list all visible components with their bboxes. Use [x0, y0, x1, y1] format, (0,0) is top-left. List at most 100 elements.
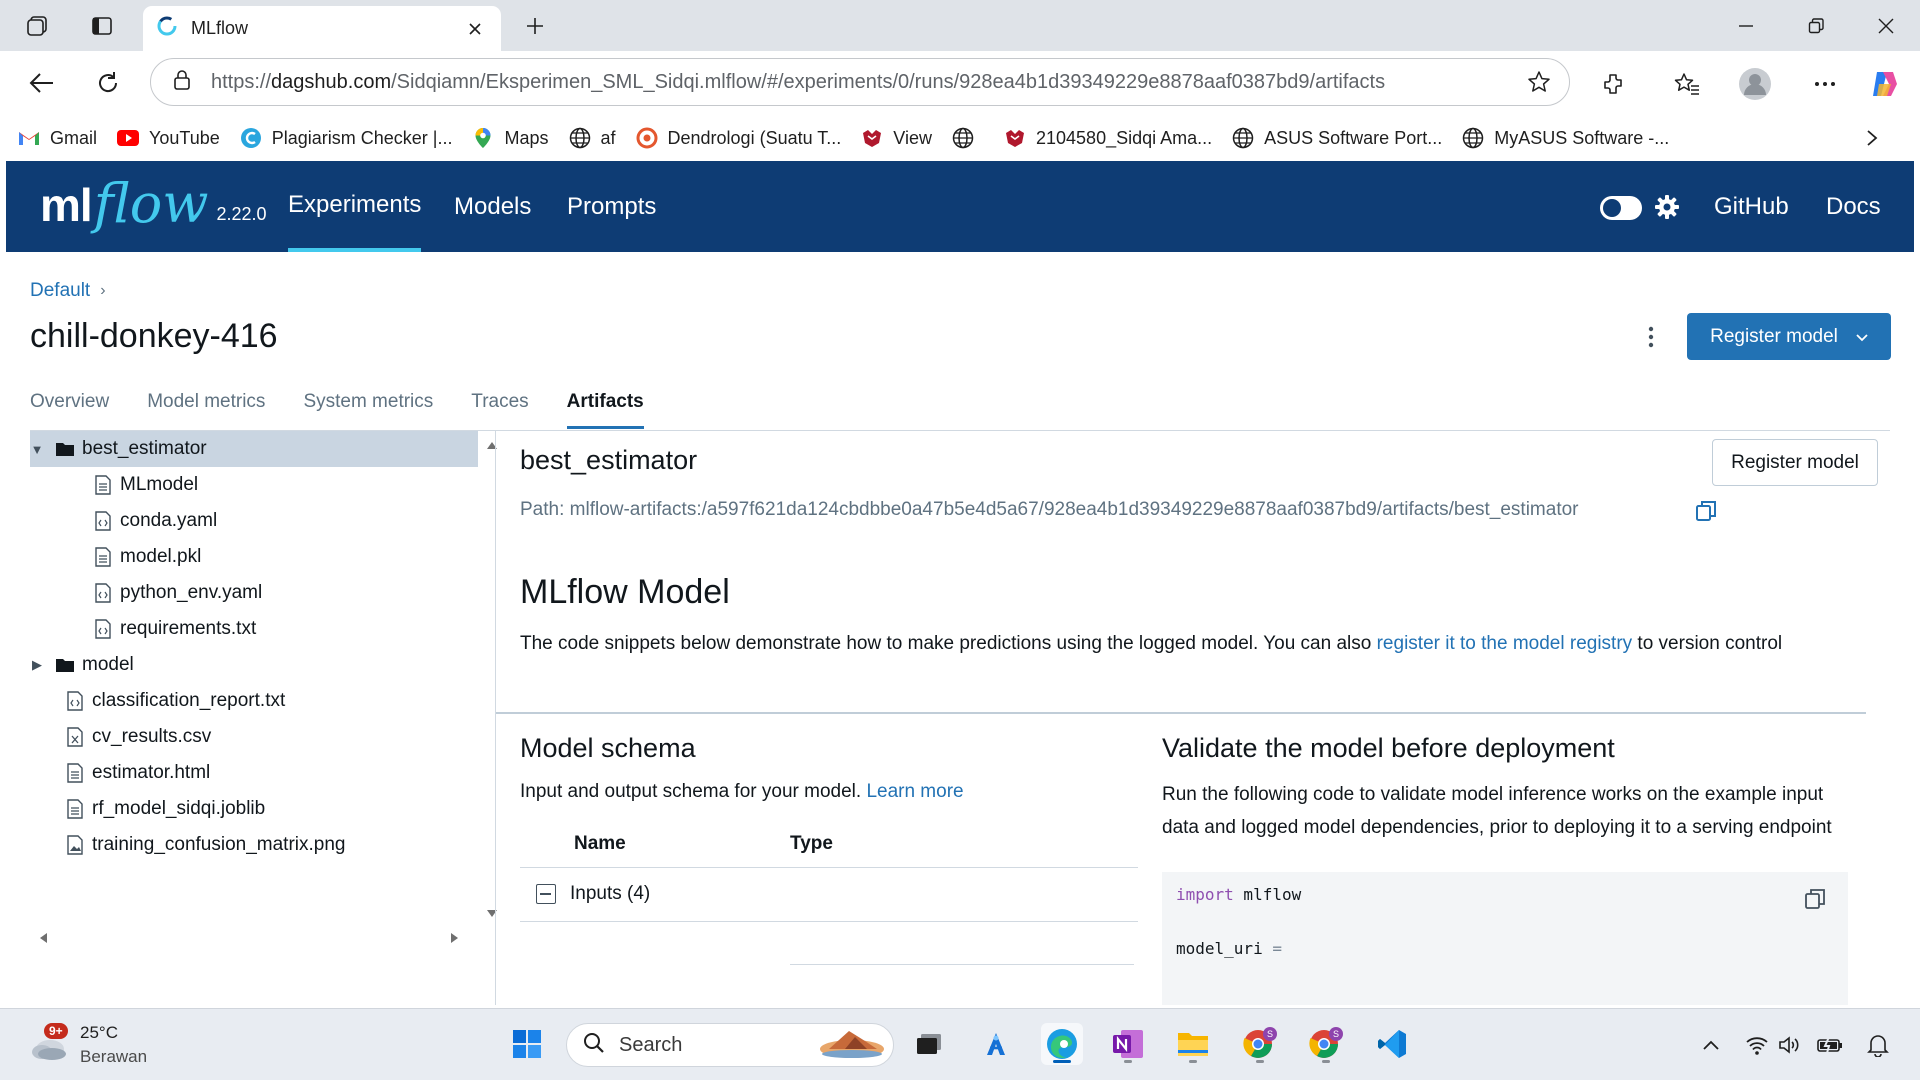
tab-system-metrics[interactable]: System metrics: [303, 385, 433, 429]
register-registry-link[interactable]: register it to the model registry: [1377, 633, 1633, 654]
register-model-secondary-button[interactable]: Register model: [1712, 439, 1878, 486]
tab-overview[interactable]: Overview: [30, 385, 109, 429]
bookmark-af[interactable]: af: [569, 127, 616, 149]
gear-icon[interactable]: [1652, 192, 1682, 222]
bookmark-myasus-software[interactable]: MyASUS Software -...: [1462, 127, 1669, 149]
edge-taskbar-icon[interactable]: [1041, 1023, 1083, 1065]
chevron-down-icon: [1856, 326, 1868, 348]
more-options-icon[interactable]: [1806, 65, 1844, 103]
tree-file-mlmodel[interactable]: MLmodel: [30, 467, 380, 503]
copilot-icon[interactable]: [1866, 65, 1904, 103]
wifi-icon[interactable]: [1743, 1031, 1771, 1059]
vscode-taskbar-icon[interactable]: [1371, 1023, 1413, 1065]
copy-path-icon[interactable]: [1693, 498, 1719, 524]
schema-inputs-row[interactable]: Inputs (4): [536, 883, 650, 905]
dendrologi-icon: [636, 127, 658, 149]
tab-actions-icon[interactable]: [86, 10, 118, 42]
chevron-up-icon[interactable]: [1697, 1031, 1725, 1059]
tree-folder-model[interactable]: ▶ model: [30, 647, 380, 683]
notifications-bell-icon[interactable]: [1864, 1031, 1892, 1059]
chevron-right-icon[interactable]: [1858, 124, 1886, 152]
nav-prompts[interactable]: Prompts: [567, 161, 656, 252]
tree-file-classification-report[interactable]: classification_report.txt: [30, 683, 380, 719]
learn-more-link[interactable]: Learn more: [866, 781, 963, 802]
tree-file-model-pkl[interactable]: model.pkl: [30, 539, 380, 575]
model-schema-heading: Model schema: [520, 733, 696, 763]
tree-file-confusion-matrix-png[interactable]: training_confusion_matrix.png: [30, 827, 380, 863]
chrome-profile-2-taskbar-icon[interactable]: S: [1305, 1023, 1347, 1065]
caret-down-icon[interactable]: ▼: [30, 442, 44, 457]
tree-horizontal-scrollbar[interactable]: [30, 927, 482, 949]
taskbar-search-input[interactable]: Search: [566, 1023, 894, 1067]
bookmark-maps[interactable]: Maps: [472, 127, 549, 149]
url-text: https://dagshub.com/Sidqiamn/Eksperimen_…: [211, 70, 1386, 93]
file-icon: [92, 546, 114, 568]
tab-traces[interactable]: Traces: [471, 385, 528, 429]
back-arrow-icon[interactable]: [24, 65, 60, 101]
onenote-taskbar-icon[interactable]: [1107, 1023, 1149, 1065]
new-tab-icon[interactable]: [518, 9, 552, 43]
extensions-icon[interactable]: [1594, 65, 1632, 103]
favorite-star-icon[interactable]: [1521, 64, 1557, 100]
browser-tab-mlflow[interactable]: MLflow: [143, 6, 501, 51]
nav-github[interactable]: GitHub: [1714, 161, 1789, 252]
browser-tab-bar: MLflow: [0, 0, 1920, 51]
minimize-icon[interactable]: [1718, 8, 1774, 44]
tree-file-rf-model-joblib[interactable]: rf_model_sidqi.joblib: [30, 791, 380, 827]
tree-file-requirements-txt[interactable]: requirements.txt: [30, 611, 380, 647]
file-explorer-taskbar-icon[interactable]: [1172, 1023, 1214, 1065]
kebab-menu-icon[interactable]: [1636, 319, 1666, 355]
mlflow-logo[interactable]: ml flow 2.22.0: [40, 177, 266, 231]
ipb-icon: [861, 127, 883, 149]
tab-artifacts[interactable]: Artifacts: [566, 385, 644, 429]
tree-folder-best-estimator[interactable]: ▼ best_estimator: [30, 431, 478, 467]
panel-vertical-scrollbar[interactable]: [1873, 599, 1876, 1005]
bookmark-plagiarism-checker[interactable]: Plagiarism Checker |...: [240, 127, 452, 149]
lock-icon[interactable]: [173, 69, 191, 95]
weather-condition: Berawan: [80, 1047, 148, 1066]
copilot-taskbar-icon[interactable]: [975, 1023, 1017, 1065]
url-field[interactable]: https://dagshub.com/Sidqiamn/Eksperimen_…: [150, 58, 1570, 106]
copy-code-icon[interactable]: [1802, 886, 1828, 912]
close-tab-icon[interactable]: [463, 17, 487, 41]
close-window-icon[interactable]: [1858, 8, 1914, 44]
collapse-icon[interactable]: [536, 884, 556, 904]
weather-widget[interactable]: 9+ 25°C Berawan: [28, 1021, 147, 1069]
globe-icon: [1232, 127, 1254, 149]
bookmark-dendrologi[interactable]: Dendrologi (Suatu T...: [636, 127, 841, 149]
nav-docs[interactable]: Docs: [1826, 161, 1881, 252]
battery-icon[interactable]: [1816, 1031, 1844, 1059]
validate-description: Run the following code to validate model…: [1162, 784, 1832, 838]
tree-file-conda-yaml[interactable]: conda.yaml: [30, 503, 380, 539]
start-button[interactable]: [506, 1023, 548, 1065]
bookmark-view[interactable]: View: [861, 127, 932, 149]
tree-file-estimator-html[interactable]: estimator.html: [30, 755, 380, 791]
column-header-type: Type: [790, 833, 833, 854]
workspaces-icon[interactable]: [22, 10, 54, 42]
breadcrumb-default[interactable]: Default: [30, 280, 90, 302]
bookmark-globe[interactable]: [952, 127, 984, 149]
dark-mode-toggle[interactable]: [1600, 196, 1642, 220]
volume-icon[interactable]: [1776, 1031, 1804, 1059]
code-file-icon: [92, 582, 114, 604]
bookmark-youtube[interactable]: YouTube: [117, 127, 220, 149]
chrome-profile-1-taskbar-icon[interactable]: S: [1239, 1023, 1281, 1065]
nav-experiments[interactable]: Experiments: [288, 161, 422, 252]
table-row-divider: [790, 964, 1134, 965]
nav-models[interactable]: Models: [454, 161, 531, 252]
profile-avatar[interactable]: [1736, 65, 1774, 103]
favorites-icon[interactable]: [1668, 65, 1706, 103]
register-model-button[interactable]: Register model: [1687, 313, 1891, 360]
svg-text:S: S: [1267, 1029, 1273, 1039]
bookmark-asus-software-portal[interactable]: ASUS Software Port...: [1232, 127, 1442, 149]
refresh-icon[interactable]: [90, 65, 126, 101]
tab-model-metrics[interactable]: Model metrics: [147, 385, 265, 429]
bookmark-gmail[interactable]: Gmail: [18, 127, 97, 149]
task-view-icon[interactable]: [908, 1023, 950, 1065]
tree-file-python-env-yaml[interactable]: python_env.yaml: [30, 575, 380, 611]
code-file-icon: [64, 690, 86, 712]
tree-file-cv-results[interactable]: cv_results.csv: [30, 719, 380, 755]
bookmark-sidqi[interactable]: 2104580_Sidqi Ama...: [1004, 127, 1212, 149]
restore-icon[interactable]: [1788, 8, 1844, 44]
caret-right-icon[interactable]: ▶: [30, 657, 44, 673]
